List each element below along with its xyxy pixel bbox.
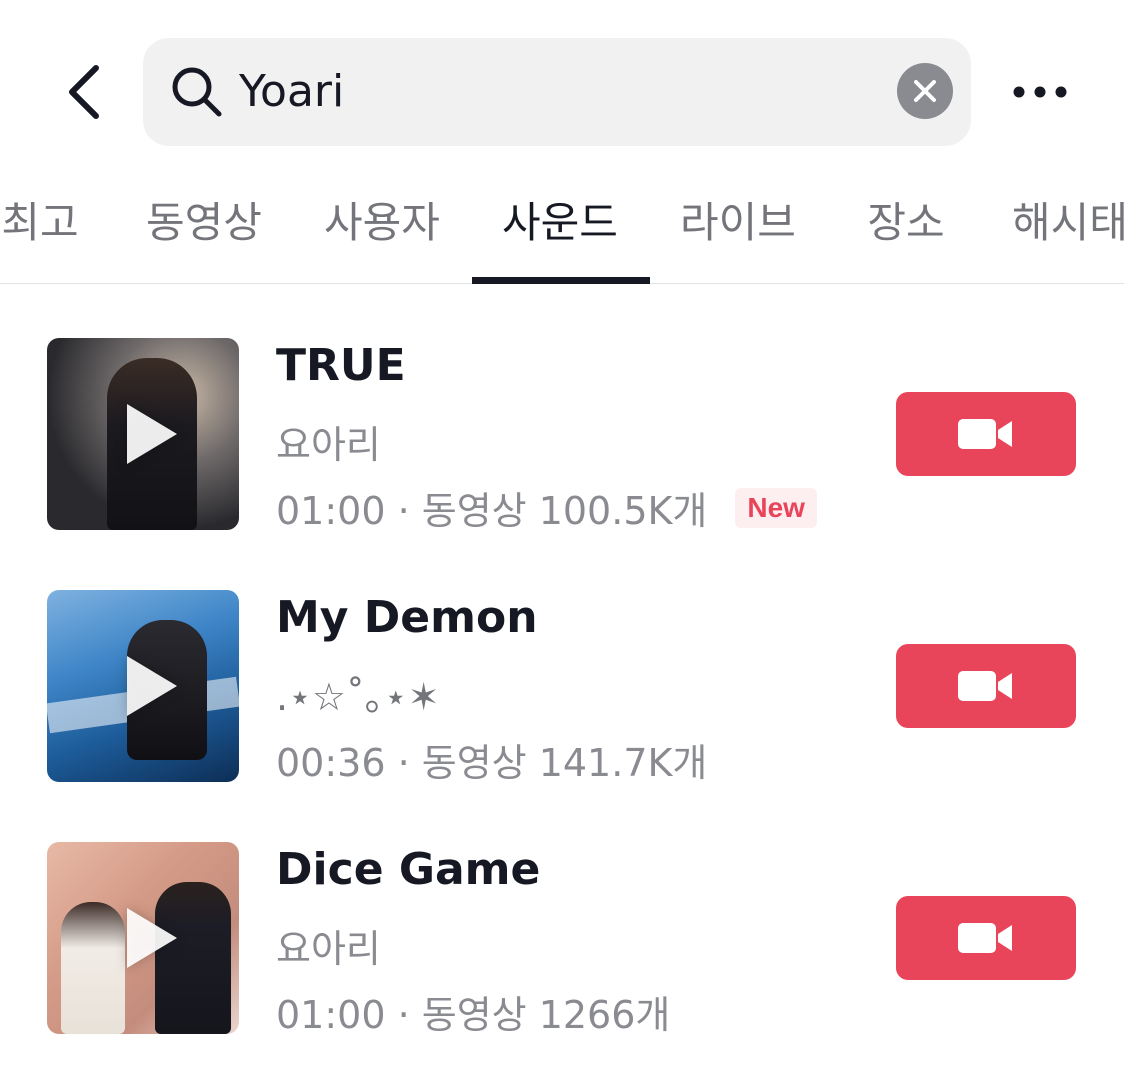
chevron-left-icon	[69, 65, 99, 119]
sound-duration-videos: 00:36 · 동영상 141.7K개	[276, 741, 708, 785]
sound-duration-videos: 01:00 · 동영상 1266개	[276, 993, 671, 1037]
search-tabs: 최고 동영상 사용자 사운드 라이브 장소 해시태그	[0, 180, 1124, 284]
play-icon	[127, 656, 177, 716]
cover-figure	[61, 902, 125, 1034]
search-bar[interactable]	[143, 38, 971, 146]
more-icon	[1013, 86, 1067, 98]
header	[0, 0, 1124, 180]
search-icon	[172, 67, 222, 117]
tab-places[interactable]: 장소	[864, 180, 948, 283]
sound-title: My Demon	[276, 592, 538, 643]
clear-search-button[interactable]	[897, 63, 953, 119]
more-options-button[interactable]	[1004, 70, 1076, 114]
sound-title: TRUE	[276, 340, 406, 391]
tab-users[interactable]: 사용자	[322, 180, 442, 283]
tab-live[interactable]: 라이브	[678, 180, 798, 283]
sound-meta: 01:00 · 동영상 100.5K개 New	[276, 480, 817, 535]
sound-title: Dice Game	[276, 844, 541, 895]
sound-meta: 01:00 · 동영상 1266개	[276, 984, 670, 1039]
tab-sounds[interactable]: 사운드	[500, 180, 620, 283]
use-sound-button[interactable]	[896, 896, 1076, 980]
video-camera-icon	[958, 923, 1012, 953]
sound-duration-videos: 01:00 · 동영상 100.5K개	[276, 489, 708, 533]
sound-artist: 요아리	[276, 423, 381, 467]
active-tab-indicator	[472, 277, 650, 284]
search-input[interactable]	[239, 38, 859, 146]
tab-videos[interactable]: 동영상	[144, 180, 264, 283]
tab-hashtags[interactable]: 해시태그	[1012, 180, 1124, 283]
use-sound-button[interactable]	[896, 644, 1076, 728]
sound-cover-thumbnail[interactable]	[47, 842, 239, 1034]
tab-top[interactable]: 최고	[0, 180, 84, 283]
video-camera-icon	[958, 419, 1012, 449]
play-icon	[127, 404, 177, 464]
sound-item[interactable]: Dice Game 요아리 01:00 · 동영상 1266개	[0, 842, 1124, 1042]
sound-item[interactable]: TRUE 요아리 01:00 · 동영상 100.5K개 New	[0, 338, 1124, 538]
sound-item[interactable]: My Demon .⋆☆˚｡⋆✶ 00:36 · 동영상 141.7K개	[0, 590, 1124, 790]
back-button[interactable]	[56, 58, 112, 126]
play-icon	[127, 908, 177, 968]
use-sound-button[interactable]	[896, 392, 1076, 476]
sound-cover-thumbnail[interactable]	[47, 590, 239, 782]
sound-meta: 00:36 · 동영상 141.7K개	[276, 732, 707, 787]
sound-artist: .⋆☆˚｡⋆✶	[276, 675, 440, 719]
sound-cover-thumbnail[interactable]	[47, 338, 239, 530]
video-camera-icon	[958, 671, 1012, 701]
clear-icon	[914, 80, 936, 102]
sound-artist: 요아리	[276, 927, 381, 971]
new-badge: New	[735, 487, 817, 528]
